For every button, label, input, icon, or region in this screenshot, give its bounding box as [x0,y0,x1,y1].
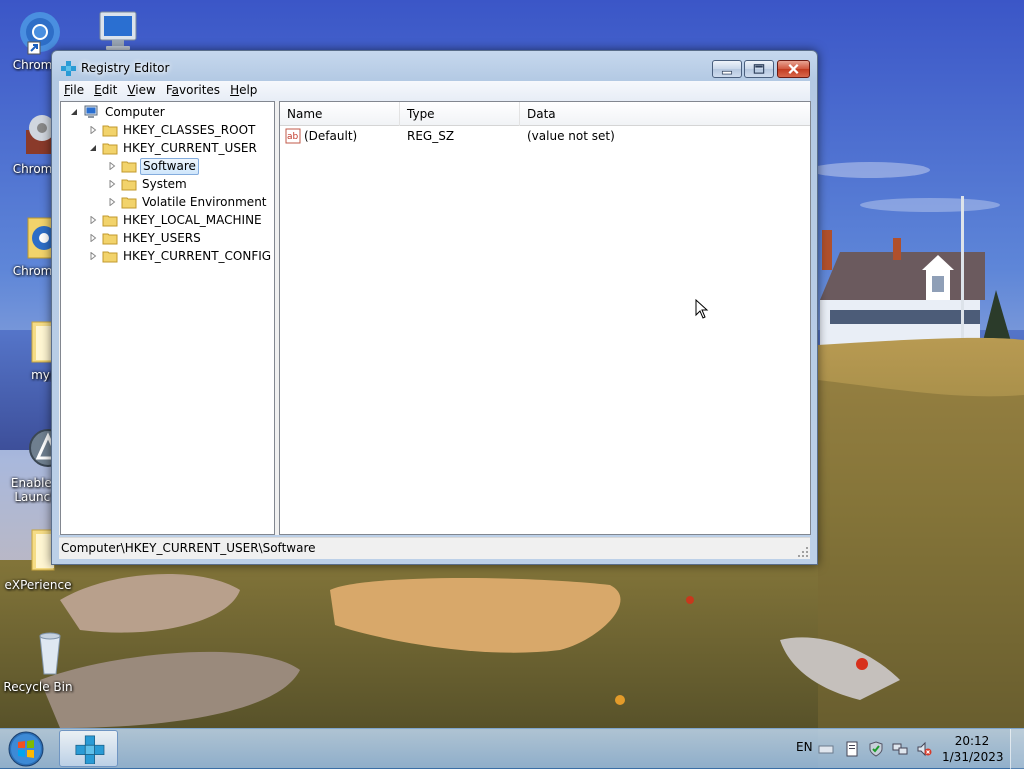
clock-date: 1/31/2023 [942,750,1004,764]
tree-label-system: System [142,177,187,191]
tree-label-volatile-environment: Volatile Environment [142,195,267,209]
svg-text:ab: ab [287,132,299,142]
minimize-icon [721,70,733,75]
maximize-button[interactable] [744,60,774,78]
desktop-icon-recycle-bin[interactable]: Recycle Bin [0,630,76,694]
recycle-bin-icon [14,630,62,678]
folder-icon [102,251,118,263]
tree-label-hkcc: HKEY_CURRENT_CONFIG [123,249,272,263]
value-data: (value not set) [527,129,615,143]
menu-bar: File Edit View Favorites Help [59,81,810,101]
expand-arrow-icon[interactable] [108,180,116,188]
value-type: REG_SZ [407,129,455,143]
folder-open-icon [102,143,118,155]
folder-icon [121,179,137,191]
network-icon[interactable] [892,741,908,757]
tree-node-volatile-environment[interactable]: Volatile Environment [61,193,271,211]
taskbar-button-registry-editor[interactable] [59,730,118,767]
volume-muted-icon[interactable] [916,741,932,757]
tree-node-hkey-current-user[interactable]: HKEY_CURRENT_USER [61,139,271,157]
tree-node-hkey-classes-root[interactable]: HKEY_CLASSES_ROOT [61,121,271,139]
menu-edit[interactable]: Edit [89,81,122,100]
key-tree[interactable]: Computer HKEY_CLASSES_ROOT HKEY_CURRENT_… [60,101,275,535]
tree-node-hkey-current-config[interactable]: HKEY_CURRENT_CONFIG [61,247,271,265]
system-tray: EN 20:12 1/31/2023 [784,729,1024,769]
folder-open-icon [121,161,137,173]
tree-node-system[interactable]: System [61,175,271,193]
action-center-icon[interactable] [844,741,860,757]
expand-arrow-icon[interactable] [89,234,97,242]
menu-view[interactable]: View [122,81,160,100]
expand-arrow-icon[interactable] [108,162,116,170]
clock-time: 20:12 [954,734,990,748]
folder-icon [102,125,118,137]
folder-icon [102,233,118,245]
expand-arrow-icon[interactable] [89,216,97,224]
minimize-button[interactable] [712,60,742,78]
tree-label-computer: Computer [105,105,165,119]
menu-file[interactable]: File [59,81,89,100]
tree-label-software: Software [140,158,199,175]
tree-node-computer[interactable]: Computer [61,103,271,121]
expand-arrow-icon[interactable] [108,198,116,206]
clock[interactable]: 20:12 1/31/2023 [942,733,1004,765]
list-header: Name Type Data [280,102,810,126]
menu-help[interactable]: Help [225,81,262,100]
language-indicator[interactable]: EN [796,740,813,754]
value-name: (Default) [304,129,358,143]
window-title: Registry Editor [81,61,170,75]
mouse-cursor-icon [695,299,709,319]
tree-label-hklm: HKEY_LOCAL_MACHINE [123,213,262,227]
string-value-icon: ab [285,128,301,144]
tree-node-hkey-local-machine[interactable]: HKEY_LOCAL_MACHINE [61,211,271,229]
column-header-data[interactable]: Data [520,102,810,126]
column-header-type[interactable]: Type [400,102,520,126]
registry-editor-icon [61,61,76,76]
chromium-icon [14,8,62,56]
tree-node-hkey-users[interactable]: HKEY_USERS [61,229,271,247]
close-icon [788,63,799,75]
tree-node-software[interactable]: Software [61,157,271,175]
column-header-name[interactable]: Name [280,102,400,126]
menu-favorites[interactable]: Favorites [161,81,225,100]
start-button[interactable] [6,730,46,768]
status-key-path: Computer\HKEY_CURRENT_USER\Software [61,541,316,555]
title-bar[interactable]: Registry Editor [52,51,817,81]
resize-grip-icon[interactable] [798,547,808,557]
collapse-arrow-icon[interactable] [70,108,78,116]
maximize-icon [753,64,765,74]
tree-label-hkcu: HKEY_CURRENT_USER [123,141,257,155]
close-button[interactable] [777,60,810,78]
folder-icon [121,197,137,209]
tree-label-hku: HKEY_USERS [123,231,201,245]
menu-favorites-label: Favorites [165,83,221,97]
expand-arrow-icon[interactable] [89,126,97,134]
computer-icon [84,105,98,118]
show-desktop-button[interactable] [1010,729,1024,769]
values-list[interactable]: Name Type Data ab (Default) REG_SZ (valu… [279,101,811,535]
registry-editor-icon [75,735,105,764]
taskbar: EN 20:12 1/31/2023 [0,728,1024,769]
collapse-arrow-icon[interactable] [89,144,97,152]
expand-arrow-icon[interactable] [89,252,97,260]
computer-icon [92,8,140,56]
folder-icon [102,215,118,227]
tree-label-hkcr: HKEY_CLASSES_ROOT [123,123,256,137]
list-row-default[interactable]: ab (Default) REG_SZ (value not set) [280,127,810,145]
security-shield-icon[interactable] [868,741,884,757]
keyboard-icon[interactable] [818,741,834,757]
status-bar: Computer\HKEY_CURRENT_USER\Software [59,537,810,559]
